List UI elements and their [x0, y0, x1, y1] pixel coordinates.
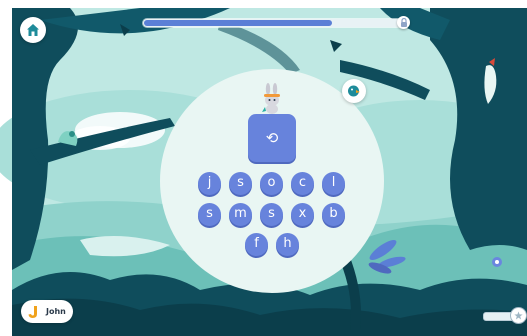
- progress-fill: [144, 20, 332, 26]
- user-profile-chip[interactable]: John: [21, 300, 73, 323]
- letter-tile[interactable]: s: [198, 203, 221, 226]
- replay-arrow-icon: ⟲: [265, 129, 279, 147]
- star-icon: [510, 307, 527, 324]
- letter-tile[interactable]: l: [322, 172, 345, 195]
- home-button[interactable]: [20, 17, 46, 43]
- lock-icon: [397, 16, 410, 29]
- letter-tile[interactable]: h: [276, 233, 299, 256]
- user-name: John: [46, 307, 66, 316]
- user-avatar-icon: [24, 303, 42, 321]
- bunny-mascot: [258, 83, 286, 115]
- letter-tile[interactable]: f: [245, 233, 268, 256]
- letter-tile[interactable]: x: [291, 203, 314, 226]
- letter-tile[interactable]: b: [322, 203, 345, 226]
- letter-tile[interactable]: j: [198, 172, 221, 195]
- house-icon: [27, 24, 39, 36]
- letter-tile[interactable]: s: [260, 203, 283, 226]
- letter-tile[interactable]: m: [229, 203, 252, 226]
- hint-button[interactable]: [342, 79, 366, 103]
- replay-sound-button[interactable]: ⟲: [248, 114, 296, 162]
- letter-tile[interactable]: s: [229, 172, 252, 195]
- level-progress-bar: [143, 19, 402, 27]
- letter-tile[interactable]: o: [260, 172, 283, 195]
- letter-tile[interactable]: c: [291, 172, 314, 195]
- parrot-icon: [348, 85, 360, 97]
